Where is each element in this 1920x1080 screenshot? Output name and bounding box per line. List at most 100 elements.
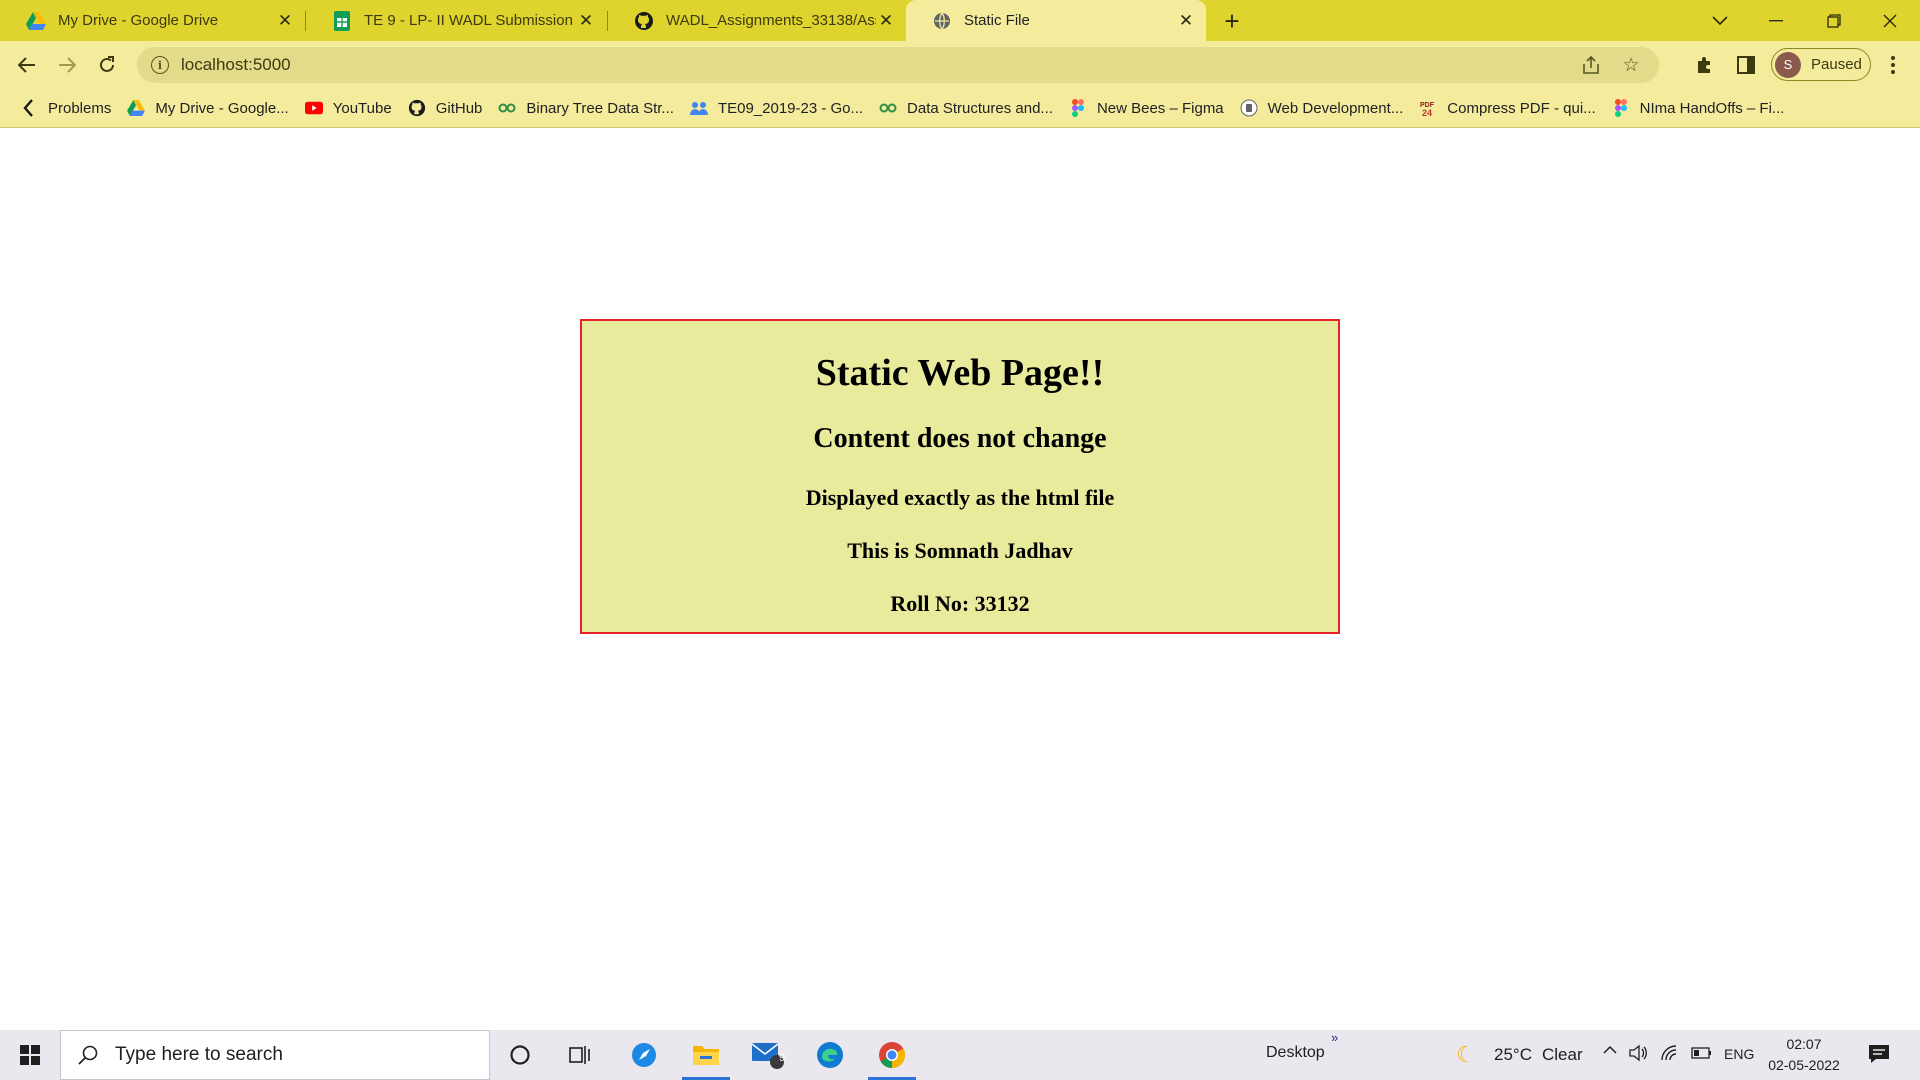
bookmark-label: NIma HandOffs – Fi... <box>1639 99 1785 117</box>
tab-google-drive[interactable]: My Drive - Google Drive ✕ <box>0 0 305 41</box>
taskbar-app-mail[interactable]: 9 <box>738 1030 798 1080</box>
reload-icon <box>100 56 114 72</box>
share-icon[interactable] <box>1579 53 1603 77</box>
pdf24-icon: PDF 24 <box>1419 99 1437 117</box>
taskbar-app-edge[interactable] <box>800 1030 860 1080</box>
wifi-icon[interactable] <box>1660 1044 1680 1066</box>
close-window-button[interactable] <box>1862 0 1918 41</box>
bookmark-data-structures[interactable]: Data Structures and... <box>871 93 1061 123</box>
bookmark-label: Web Development... <box>1267 99 1404 117</box>
github-icon <box>634 11 654 31</box>
restore-button[interactable] <box>1806 0 1862 41</box>
github-icon <box>408 99 426 117</box>
weather-moon-icon[interactable]: ☾ <box>1456 1042 1476 1068</box>
desktop-toolbar-label[interactable]: Desktop <box>1266 1044 1325 1062</box>
profile-button[interactable]: S Paused <box>1771 48 1871 81</box>
show-hidden-icons-chevron-icon[interactable] <box>1602 1042 1618 1062</box>
figma-icon <box>1612 99 1630 117</box>
page-viewport: Static Web Page!! Content does not chang… <box>0 128 1920 1030</box>
bookmark-label: New Bees – Figma <box>1096 99 1224 117</box>
youtube-icon <box>304 99 323 117</box>
side-panel-button[interactable] <box>1731 50 1761 80</box>
page-line-roll-no: Roll No: 33132 <box>890 591 1030 616</box>
folder-icon <box>693 1046 719 1065</box>
restore-icon <box>1827 13 1841 28</box>
geeksforgeeks-icon <box>879 99 897 117</box>
bookmark-te09[interactable]: TE09_2019-23 - Go... <box>682 93 871 123</box>
volume-icon[interactable] <box>1628 1044 1648 1066</box>
new-tab-button[interactable]: + <box>1218 6 1246 36</box>
bookmark-star-icon[interactable]: ☆ <box>1619 53 1643 77</box>
search-placeholder: Type here to search <box>115 1044 283 1065</box>
address-bar[interactable]: i localhost:5000 ☆ <box>137 47 1659 83</box>
bookmark-label: Data Structures and... <box>907 99 1053 117</box>
taskbar-app-chrome[interactable] <box>862 1030 922 1080</box>
bookmark-label: My Drive - Google... <box>155 99 289 117</box>
bookmark-binary-tree[interactable]: Binary Tree Data Str... <box>490 93 682 123</box>
site-info-icon[interactable]: i <box>151 56 169 74</box>
notifications-icon[interactable] <box>1868 1044 1890 1068</box>
figma-icon <box>1069 99 1087 117</box>
avatar: S <box>1775 51 1801 78</box>
minimize-button[interactable] <box>1748 0 1804 41</box>
weather-temperature[interactable]: 25°C <box>1494 1045 1532 1065</box>
mail-badge: 9 <box>778 1052 786 1064</box>
extensions-button[interactable] <box>1690 50 1720 80</box>
bookmark-label: Binary Tree Data Str... <box>526 99 674 117</box>
close-tab-icon[interactable]: ✕ <box>275 11 295 31</box>
google-groups-icon <box>689 99 708 117</box>
svg-text:24: 24 <box>1422 108 1432 117</box>
arrow-left-icon <box>18 57 35 73</box>
tab-strip: My Drive - Google Drive ✕ TE 9 - LP- II … <box>0 0 1920 41</box>
battery-icon[interactable] <box>1690 1046 1712 1064</box>
close-tab-icon[interactable]: ✕ <box>1176 11 1196 31</box>
tab-wadl-submission[interactable]: TE 9 - LP- II WADL Submission AY ✕ <box>306 0 606 41</box>
bookmark-new-bees-figma[interactable]: New Bees – Figma <box>1061 93 1232 123</box>
clock-time: 02:07 <box>1786 1036 1822 1052</box>
system-clock[interactable]: 02:07 02-05-2022 <box>1762 1034 1846 1076</box>
close-tab-icon[interactable]: ✕ <box>576 11 596 31</box>
language-indicator[interactable]: ENG <box>1724 1046 1754 1062</box>
bookmark-github[interactable]: GitHub <box>400 93 491 123</box>
task-view-icon <box>569 1046 590 1064</box>
web-dev-icon <box>1240 99 1258 117</box>
close-tab-icon[interactable]: ✕ <box>876 11 896 31</box>
bookmark-web-development[interactable]: Web Development... <box>1232 93 1412 123</box>
leetcode-icon <box>20 99 38 117</box>
cortana-button[interactable] <box>490 1030 550 1080</box>
tab-static-file[interactable]: Static File ✕ <box>906 0 1206 41</box>
task-view-button[interactable] <box>550 1030 610 1080</box>
toolbar-overflow-icon[interactable]: » <box>1331 1030 1338 1045</box>
taskbar-app-safari[interactable] <box>614 1030 674 1080</box>
bookmark-problems[interactable]: Problems <box>12 93 119 123</box>
google-drive-icon <box>26 11 46 31</box>
tab-title: Static File <box>964 12 1030 29</box>
windows-logo-icon <box>20 1045 40 1065</box>
more-vert-icon <box>1891 56 1895 74</box>
geeksforgeeks-icon <box>498 99 516 117</box>
browser-toolbar: i localhost:5000 ☆ S Paused <box>0 41 1920 89</box>
puzzle-icon <box>1698 57 1710 73</box>
bookmark-my-drive[interactable]: My Drive - Google... <box>119 93 296 123</box>
forward-button[interactable] <box>52 50 82 80</box>
taskbar-search[interactable]: Type here to search <box>60 1030 490 1080</box>
bookmark-youtube[interactable]: YouTube <box>297 93 400 123</box>
page-line-description: Displayed exactly as the html file <box>805 485 1115 510</box>
weather-condition[interactable]: Clear <box>1542 1045 1583 1065</box>
start-button[interactable] <box>0 1030 60 1080</box>
bookmark-compress-pdf[interactable]: PDF 24 Compress PDF - qui... <box>1411 93 1603 123</box>
reload-button[interactable] <box>92 50 122 80</box>
back-button[interactable] <box>12 50 42 80</box>
minimize-icon <box>1769 19 1783 21</box>
compass-app-icon <box>632 1043 656 1067</box>
content-card: Static Web Page!! Content does not chang… <box>580 319 1340 634</box>
tab-search-button[interactable] <box>1692 0 1748 41</box>
bookmark-label: Problems <box>48 99 112 117</box>
google-sheets-icon <box>332 10 352 31</box>
taskbar-app-file-explorer[interactable] <box>676 1030 736 1080</box>
address-url[interactable]: localhost:5000 <box>181 55 1579 75</box>
menu-button[interactable] <box>1878 50 1908 80</box>
chrome-icon <box>879 1042 906 1069</box>
tab-github-assignments[interactable]: WADL_Assignments_33138/Assig ✕ <box>608 0 906 41</box>
bookmark-nima-handoffs[interactable]: NIma HandOffs – Fi... <box>1604 93 1793 123</box>
